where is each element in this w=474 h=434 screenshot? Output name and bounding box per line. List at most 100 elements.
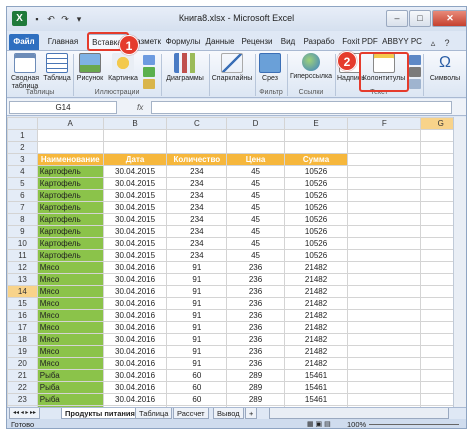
cell[interactable]: 30.04.2016 <box>102 345 168 358</box>
cell[interactable]: Наименование <box>36 153 104 166</box>
cell[interactable] <box>347 273 422 286</box>
cell[interactable]: 234 <box>166 213 228 226</box>
shapes-icon[interactable] <box>143 55 155 65</box>
cell[interactable]: 91 <box>166 345 228 358</box>
cell[interactable]: 45 <box>226 201 285 214</box>
cell[interactable]: 236 <box>226 285 285 298</box>
row-header[interactable]: 20 <box>7 357 38 370</box>
row-header[interactable]: 12 <box>7 261 38 274</box>
cell[interactable]: 234 <box>166 189 228 202</box>
cell[interactable]: 30.04.2015 <box>102 189 168 202</box>
cell[interactable]: 234 <box>166 249 228 262</box>
sheet-nav-icon[interactable]: ◂◂ ◂ ▸ ▸▸ <box>9 408 41 419</box>
cell[interactable] <box>347 309 422 322</box>
tab-developer[interactable]: Разрабо <box>300 34 338 50</box>
cell[interactable] <box>166 141 228 154</box>
screenshot-icon[interactable] <box>143 79 155 89</box>
cell[interactable]: Картофель <box>36 165 104 178</box>
cell[interactable]: 91 <box>166 321 228 334</box>
zoom-slider[interactable] <box>369 424 459 425</box>
row-header[interactable]: 2 <box>7 141 38 154</box>
column-header[interactable]: B <box>102 117 168 130</box>
cell[interactable] <box>36 129 104 142</box>
cell[interactable] <box>283 141 349 154</box>
cell[interactable] <box>226 129 285 142</box>
row-header[interactable]: 16 <box>7 309 38 322</box>
horizontal-scrollbar[interactable] <box>269 408 449 419</box>
row-header[interactable]: 1 <box>7 129 38 142</box>
cell[interactable]: 234 <box>166 165 228 178</box>
row-header[interactable]: 7 <box>7 201 38 214</box>
cell[interactable]: 30.04.2016 <box>102 273 168 286</box>
sheet-tab-products[interactable]: Продукты питания <box>61 408 139 419</box>
cell[interactable]: 45 <box>226 189 285 202</box>
close-button[interactable]: ✕ <box>432 10 466 27</box>
cell[interactable]: 21482 <box>283 345 349 358</box>
cell[interactable]: 21482 <box>283 333 349 346</box>
cell[interactable]: Мясо <box>36 357 104 370</box>
symbols-button[interactable]: Ω Символы <box>425 53 465 83</box>
row-header[interactable]: 21 <box>7 369 38 382</box>
cell[interactable]: 236 <box>226 309 285 322</box>
cell[interactable]: 21482 <box>283 297 349 310</box>
row-header[interactable]: 11 <box>7 249 38 262</box>
cell[interactable]: 45 <box>226 237 285 250</box>
vertical-scrollbar[interactable] <box>453 117 466 407</box>
cell[interactable] <box>347 357 422 370</box>
row-header[interactable]: 5 <box>7 177 38 190</box>
cell[interactable] <box>226 141 285 154</box>
name-box[interactable]: G14 <box>9 101 117 114</box>
table-button[interactable]: Таблица <box>43 53 71 83</box>
tab-foxit-pdf[interactable]: Foxit PDF <box>340 34 380 50</box>
cell-table[interactable]: A B C D E F G 1 2 3 Наименование Дата Количество Цена… <box>7 117 466 407</box>
cell[interactable]: 91 <box>166 261 228 274</box>
cell[interactable]: Мясо <box>36 273 104 286</box>
cell[interactable] <box>347 141 422 154</box>
cell[interactable]: 234 <box>166 201 228 214</box>
cell[interactable] <box>347 165 422 178</box>
cell[interactable]: 21482 <box>283 285 349 298</box>
cell[interactable]: 45 <box>226 225 285 238</box>
cell[interactable] <box>166 129 228 142</box>
cell[interactable]: 236 <box>226 333 285 346</box>
cell[interactable]: 10526 <box>283 225 349 238</box>
cell[interactable]: 15461 <box>283 393 349 406</box>
sparklines-button[interactable]: Спарклайны <box>211 53 253 83</box>
row-header[interactable]: 4 <box>7 165 38 178</box>
cell[interactable]: 91 <box>166 285 228 298</box>
cell[interactable]: 10526 <box>283 201 349 214</box>
zoom-level[interactable]: 100% <box>347 419 366 428</box>
cell[interactable]: 30.04.2016 <box>102 321 168 334</box>
ribbon-minimize-icon[interactable]: ▵ <box>427 37 439 49</box>
cell[interactable]: 10526 <box>283 237 349 250</box>
cell[interactable] <box>347 129 422 142</box>
column-header[interactable]: C <box>166 117 228 130</box>
cell[interactable] <box>347 189 422 202</box>
cell[interactable]: 236 <box>226 273 285 286</box>
cell[interactable]: Мясо <box>36 333 104 346</box>
cell[interactable]: Мясо <box>36 321 104 334</box>
cell[interactable] <box>283 129 349 142</box>
tab-file[interactable]: Файл <box>9 34 39 50</box>
cell[interactable]: 10526 <box>283 213 349 226</box>
row-header[interactable]: 10 <box>7 237 38 250</box>
row-header[interactable]: 9 <box>7 225 38 238</box>
cell[interactable]: 236 <box>226 321 285 334</box>
cell[interactable]: 45 <box>226 165 285 178</box>
cell[interactable]: Картофель <box>36 249 104 262</box>
cell[interactable]: 60 <box>166 393 228 406</box>
row-header[interactable]: 6 <box>7 189 38 202</box>
help-icon[interactable]: ? <box>441 37 453 49</box>
cell[interactable]: 30.04.2016 <box>102 309 168 322</box>
row-header[interactable]: 8 <box>7 213 38 226</box>
cell[interactable]: 60 <box>166 369 228 382</box>
cell[interactable]: 45 <box>226 249 285 262</box>
cell[interactable]: Рыба <box>36 369 104 382</box>
hyperlink-button[interactable]: Гиперссылка <box>289 53 333 81</box>
cell[interactable]: Мясо <box>36 297 104 310</box>
row-header[interactable]: 22 <box>7 381 38 394</box>
cell[interactable] <box>347 393 422 406</box>
cell[interactable] <box>347 213 422 226</box>
cell[interactable]: 45 <box>226 213 285 226</box>
cell[interactable]: 21482 <box>283 357 349 370</box>
